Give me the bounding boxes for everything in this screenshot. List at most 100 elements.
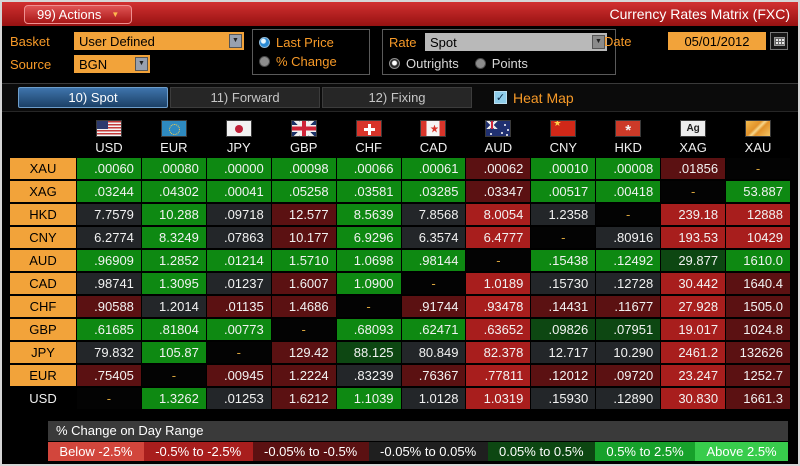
matrix-cell-cny-eur[interactable]: 8.3249 — [142, 227, 206, 248]
matrix-cell-cny-cad[interactable]: 6.3574 — [402, 227, 466, 248]
row-label-usd[interactable]: USD — [10, 388, 76, 409]
column-header-usd[interactable]: USD — [77, 140, 141, 156]
matrix-cell-xau-usd[interactable]: .00060 — [77, 158, 141, 179]
matrix-cell-xau-xau[interactable]: - — [726, 158, 790, 179]
rate-dropdown[interactable]: Spot ▼ — [425, 33, 607, 51]
matrix-cell-aud-eur[interactable]: 1.2852 — [142, 250, 206, 271]
matrix-cell-xag-eur[interactable]: .04302 — [142, 181, 206, 202]
price-mode-option-last-price[interactable]: Last Price — [259, 33, 337, 52]
row-label-chf[interactable]: CHF — [10, 296, 76, 317]
matrix-cell-cad-xag[interactable]: 30.442 — [661, 273, 725, 294]
row-label-gbp[interactable]: GBP — [10, 319, 76, 340]
matrix-cell-aud-usd[interactable]: .96909 — [77, 250, 141, 271]
matrix-cell-hkd-gbp[interactable]: 12.577 — [272, 204, 336, 225]
dropdown-arrow-icon[interactable]: ▼ — [135, 57, 148, 71]
matrix-cell-jpy-aud[interactable]: 82.378 — [466, 342, 530, 363]
matrix-cell-gbp-xag[interactable]: 19.017 — [661, 319, 725, 340]
matrix-cell-cny-hkd[interactable]: .80916 — [596, 227, 660, 248]
matrix-cell-eur-xau[interactable]: 1252.7 — [726, 365, 790, 386]
rate-mode-option-outrights[interactable]: Outrights — [389, 54, 459, 73]
matrix-cell-aud-jpy[interactable]: .01214 — [207, 250, 271, 271]
column-header-eur[interactable]: EUR — [142, 140, 206, 156]
column-header-aud[interactable]: AUD — [466, 140, 530, 156]
matrix-cell-xag-aud[interactable]: .03347 — [466, 181, 530, 202]
matrix-cell-usd-chf[interactable]: 1.1039 — [337, 388, 401, 409]
matrix-cell-gbp-eur[interactable]: .81804 — [142, 319, 206, 340]
row-label-cny[interactable]: CNY — [10, 227, 76, 248]
matrix-cell-chf-usd[interactable]: .90588 — [77, 296, 141, 317]
matrix-cell-eur-usd[interactable]: .75405 — [77, 365, 141, 386]
heat-map-checkbox[interactable]: Heat Map — [494, 90, 574, 106]
matrix-cell-aud-xag[interactable]: 29.877 — [661, 250, 725, 271]
matrix-cell-jpy-eur[interactable]: 105.87 — [142, 342, 206, 363]
row-label-cad[interactable]: CAD — [10, 273, 76, 294]
column-header-cad[interactable]: CAD — [402, 140, 466, 156]
matrix-cell-hkd-cny[interactable]: 1.2358 — [531, 204, 595, 225]
matrix-cell-jpy-gbp[interactable]: 129.42 — [272, 342, 336, 363]
matrix-cell-usd-aud[interactable]: 1.0319 — [466, 388, 530, 409]
row-label-xau[interactable]: XAU — [10, 158, 76, 179]
matrix-cell-chf-aud[interactable]: .93478 — [466, 296, 530, 317]
matrix-cell-eur-xag[interactable]: 23.247 — [661, 365, 725, 386]
matrix-cell-chf-chf[interactable]: - — [337, 296, 401, 317]
matrix-cell-hkd-chf[interactable]: 8.5639 — [337, 204, 401, 225]
matrix-cell-xag-gbp[interactable]: .05258 — [272, 181, 336, 202]
matrix-cell-cad-chf[interactable]: 1.0900 — [337, 273, 401, 294]
matrix-cell-eur-cny[interactable]: .12012 — [531, 365, 595, 386]
matrix-cell-xag-xau[interactable]: 53.887 — [726, 181, 790, 202]
row-label-jpy[interactable]: JPY — [10, 342, 76, 363]
matrix-cell-cad-cny[interactable]: .15730 — [531, 273, 595, 294]
matrix-cell-cad-hkd[interactable]: .12728 — [596, 273, 660, 294]
matrix-cell-xau-xag[interactable]: .01856 — [661, 158, 725, 179]
matrix-cell-hkd-usd[interactable]: 7.7579 — [77, 204, 141, 225]
matrix-cell-cad-usd[interactable]: .98741 — [77, 273, 141, 294]
matrix-cell-jpy-usd[interactable]: 79.832 — [77, 342, 141, 363]
matrix-cell-xag-chf[interactable]: .03581 — [337, 181, 401, 202]
matrix-cell-jpy-hkd[interactable]: 10.290 — [596, 342, 660, 363]
matrix-cell-xau-jpy[interactable]: .00000 — [207, 158, 271, 179]
matrix-cell-hkd-aud[interactable]: 8.0054 — [466, 204, 530, 225]
matrix-cell-aud-hkd[interactable]: .12492 — [596, 250, 660, 271]
matrix-cell-cad-eur[interactable]: 1.3095 — [142, 273, 206, 294]
matrix-cell-usd-jpy[interactable]: .01253 — [207, 388, 271, 409]
price-mode-option--change[interactable]: % Change — [259, 52, 337, 71]
matrix-cell-xau-aud[interactable]: .00062 — [466, 158, 530, 179]
actions-button[interactable]: 99) Actions ▼ — [24, 5, 132, 24]
matrix-cell-cad-gbp[interactable]: 1.6007 — [272, 273, 336, 294]
row-label-eur[interactable]: EUR — [10, 365, 76, 386]
matrix-cell-xau-cny[interactable]: .00010 — [531, 158, 595, 179]
tab-spot[interactable]: 10) Spot — [18, 87, 168, 108]
matrix-cell-hkd-hkd[interactable]: - — [596, 204, 660, 225]
matrix-cell-xau-chf[interactable]: .00066 — [337, 158, 401, 179]
matrix-cell-hkd-cad[interactable]: 7.8568 — [402, 204, 466, 225]
column-header-xau[interactable]: XAU — [726, 140, 790, 156]
matrix-cell-xag-cny[interactable]: .00517 — [531, 181, 595, 202]
column-header-cny[interactable]: CNY — [531, 140, 595, 156]
matrix-cell-gbp-cny[interactable]: .09826 — [531, 319, 595, 340]
matrix-cell-gbp-gbp[interactable]: - — [272, 319, 336, 340]
matrix-cell-chf-jpy[interactable]: .01135 — [207, 296, 271, 317]
matrix-cell-usd-xag[interactable]: 30.830 — [661, 388, 725, 409]
column-header-gbp[interactable]: GBP — [272, 140, 336, 156]
matrix-cell-gbp-jpy[interactable]: .00773 — [207, 319, 271, 340]
matrix-cell-cny-chf[interactable]: 6.9296 — [337, 227, 401, 248]
matrix-cell-cny-xau[interactable]: 10429 — [726, 227, 790, 248]
matrix-cell-usd-hkd[interactable]: .12890 — [596, 388, 660, 409]
matrix-cell-usd-cny[interactable]: .15930 — [531, 388, 595, 409]
column-header-xag[interactable]: XAG — [661, 140, 725, 156]
matrix-cell-gbp-cad[interactable]: .62471 — [402, 319, 466, 340]
matrix-cell-aud-chf[interactable]: 1.0698 — [337, 250, 401, 271]
matrix-cell-eur-chf[interactable]: .83239 — [337, 365, 401, 386]
matrix-cell-chf-cad[interactable]: .91744 — [402, 296, 466, 317]
matrix-cell-gbp-usd[interactable]: .61685 — [77, 319, 141, 340]
matrix-cell-chf-cny[interactable]: .14431 — [531, 296, 595, 317]
basket-dropdown[interactable]: User Defined ▼ — [74, 32, 244, 50]
matrix-cell-aud-xau[interactable]: 1610.0 — [726, 250, 790, 271]
matrix-cell-usd-eur[interactable]: 1.3262 — [142, 388, 206, 409]
matrix-cell-chf-eur[interactable]: 1.2014 — [142, 296, 206, 317]
matrix-cell-eur-cad[interactable]: .76367 — [402, 365, 466, 386]
column-header-hkd[interactable]: HKD — [596, 140, 660, 156]
matrix-cell-cad-xau[interactable]: 1640.4 — [726, 273, 790, 294]
matrix-cell-xau-cad[interactable]: .00061 — [402, 158, 466, 179]
matrix-cell-gbp-hkd[interactable]: .07951 — [596, 319, 660, 340]
